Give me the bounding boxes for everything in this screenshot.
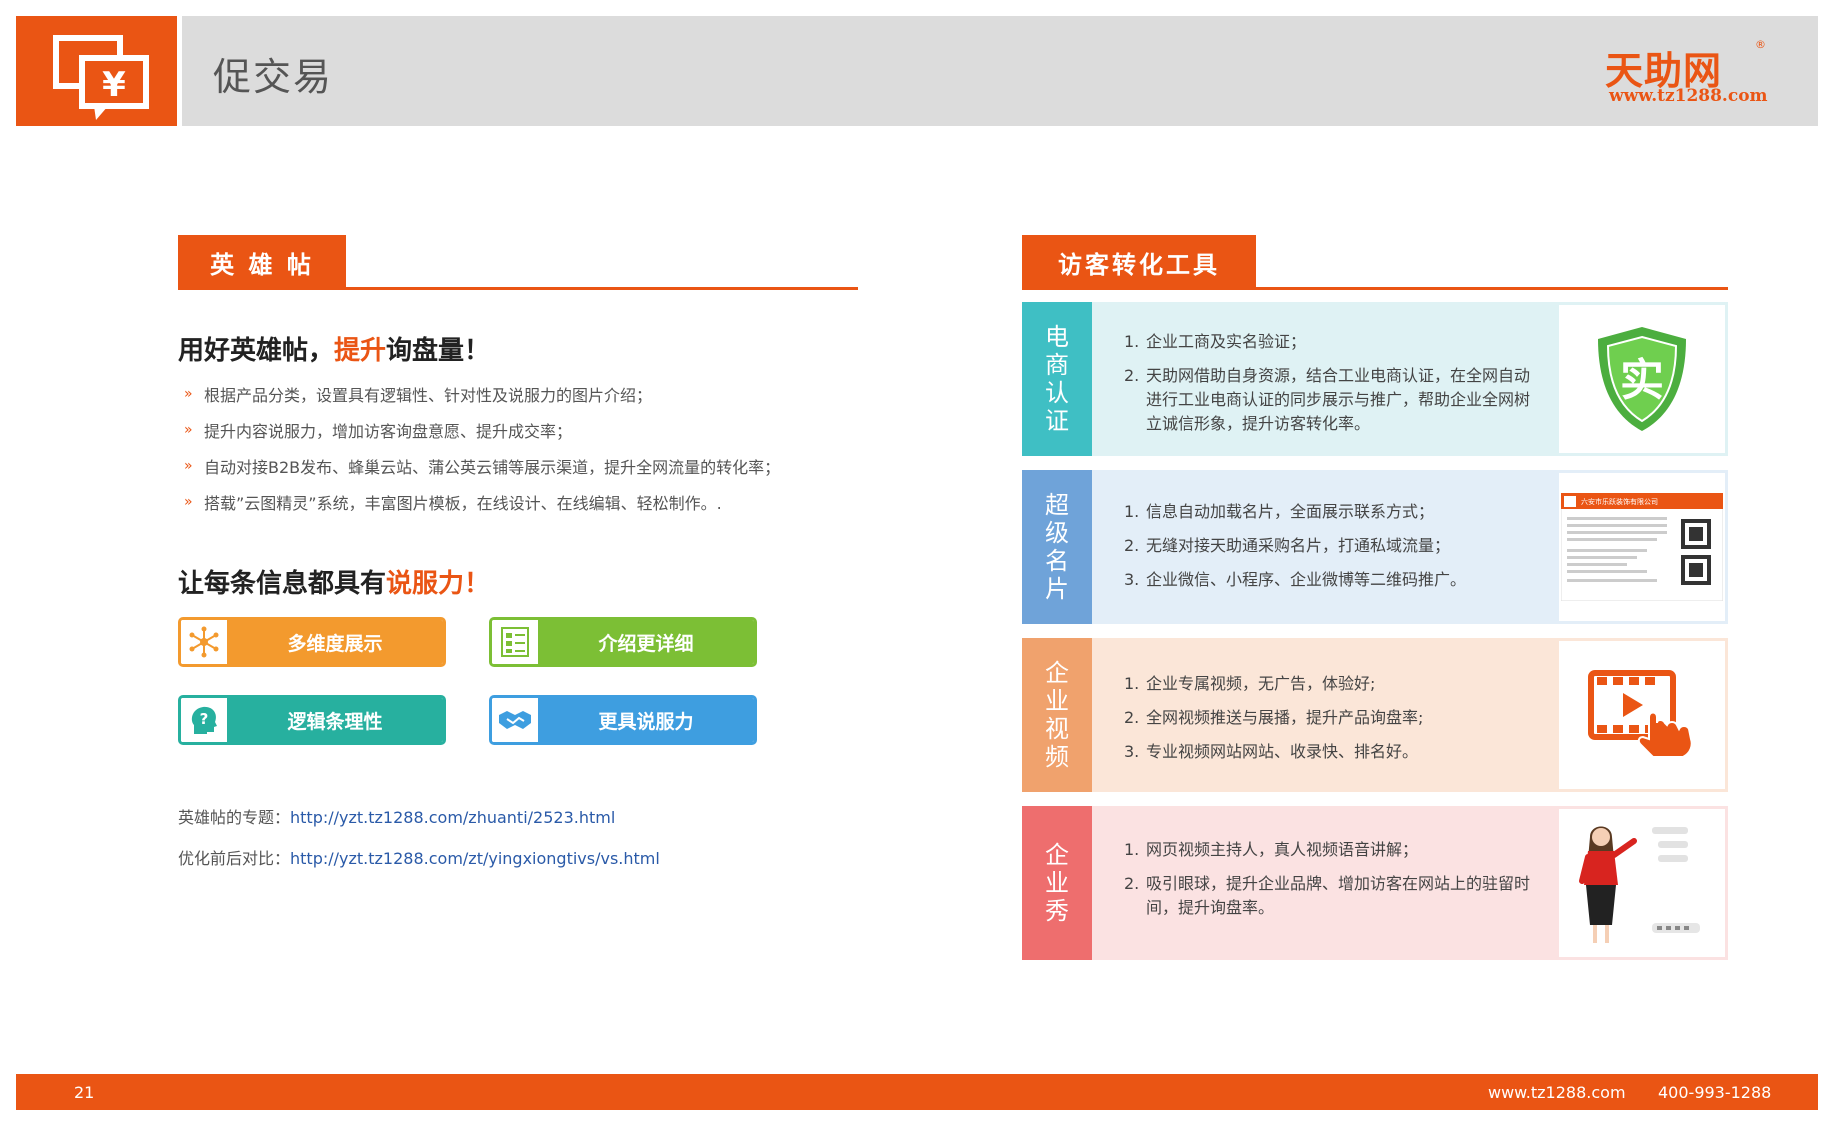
list-item: » 自动对接B2B发布、蜂巢云站、蒲公英云铺等展示渠道，提升全网流量的转化率； <box>184 458 781 477</box>
card-label: 电商认证 <box>1022 302 1092 456</box>
list-item: 1. 网页视频主持人，真人视频语音讲解； <box>1124 840 1419 859</box>
list-item: 2. 全网视频推送与展播，提升产品询盘率; <box>1124 708 1424 727</box>
business-card-thumbnail: 六安市乐跃装饰有限公司 <box>1556 470 1728 624</box>
shield-verified-icon: 实 <box>1556 302 1728 456</box>
network-icon <box>181 620 227 664</box>
logo-reg-mark: ® <box>1755 38 1766 51</box>
feature-multi-dimension: 多维度展示 <box>178 617 446 667</box>
compare-link-row: 优化前后对比：http://yzt.tz1288.com/zt/yingxion… <box>178 849 660 868</box>
topic-link-row: 英雄帖的专题：http://yzt.tz1288.com/zhuanti/252… <box>178 808 616 827</box>
svg-text:¥: ¥ <box>102 65 126 105</box>
svg-text:实: 实 <box>1620 355 1664 406</box>
section-tab-hero-post: 英 雄 帖 <box>178 235 346 289</box>
footer-bar: 21 www.tz1288.com 400-993-1288 <box>16 1074 1818 1110</box>
list-item: 1. 企业工商及实名验证； <box>1124 332 1307 351</box>
video-play-hand-icon <box>1556 638 1728 792</box>
handshake-icon <box>492 698 538 742</box>
card-label: 超级名片 <box>1022 470 1092 624</box>
compare-link[interactable]: http://yzt.tz1288.com/zt/yingxiongtivs/v… <box>290 849 660 868</box>
list-item: 2. 天助网借助自身资源，结合工业电商认证，在全网自动进行工业电商认证的同步展示与… <box>1124 366 1531 433</box>
footer-phone: 400-993-1288 <box>1658 1083 1772 1102</box>
list-item: » 提升内容说服力，增加访客询盘意愿、提升成交率； <box>184 422 573 441</box>
tianzhu-logo: 天助网 ® www.tz1288.com <box>1605 38 1775 112</box>
page-number: 21 <box>74 1083 95 1102</box>
hero-post-bullet-list: » 根据产品分类，设置具有逻辑性、针对性及说服力的图片介绍； » 提升内容说服力，增… <box>184 376 780 520</box>
list-item: » 根据产品分类，设置具有逻辑性、针对性及说服力的图片介绍； <box>184 386 653 405</box>
section-underline-right <box>1022 287 1728 290</box>
presenter-woman-illustration <box>1556 806 1728 960</box>
logo-url: www.tz1288.com <box>1609 86 1768 106</box>
heading-hero-post: 用好英雄帖，提升询盘量！ <box>178 336 491 366</box>
bullet-mark-icon: » <box>184 458 193 474</box>
list-item: 3. 企业微信、小程序、企业微博等二维码推广。 <box>1124 570 1467 589</box>
card-ecommerce-verification: 电商认证 1. 企业工商及实名验证； 2. 天助网借助自身资源，结合工业电商认证，在… <box>1022 302 1728 456</box>
feature-logical: ? 逻辑条理性 <box>178 695 446 745</box>
card-enterprise-video: 企业视频 1. 企业专属视频，无广告，体验好; 2. 全网视频推送与展播，提升产品询… <box>1022 638 1728 792</box>
list-item: 2. 吸引眼球，提升企业品牌、增加访客在网站上的驻留时间，提升询盘率。 <box>1124 874 1531 917</box>
section-tab-visitor-tools: 访客转化工具 <box>1022 235 1256 289</box>
bullet-mark-icon: » <box>184 494 193 510</box>
topic-link[interactable]: http://yzt.tz1288.com/zhuanti/2523.html <box>290 808 615 827</box>
header-icon-box: ¥ <box>16 16 177 126</box>
bullet-mark-icon: » <box>184 386 193 402</box>
page-title: 促交易 <box>213 55 334 99</box>
section-underline-left <box>178 287 858 290</box>
list-item: 1. 信息自动加载名片，全面展示联系方式； <box>1124 502 1435 521</box>
card-label: 企业秀 <box>1022 806 1092 960</box>
list-item: 1. 企业专属视频，无广告，体验好; <box>1124 674 1376 693</box>
svg-text:?: ? <box>200 710 209 728</box>
feature-detailed-intro: 介绍更详细 <box>489 617 757 667</box>
card-item-list: 1. 企业专属视频，无广告，体验好; 2. 全网视频推送与展播，提升产品询盘率; 3… <box>1124 672 1544 774</box>
card-item-list: 1. 信息自动加载名片，全面展示联系方式； 2. 无缝对接天助通采购名片，打通私域流… <box>1124 500 1544 602</box>
card-item-list: 1. 企业工商及实名验证； 2. 天助网借助自身资源，结合工业电商认证，在全网自动进… <box>1124 330 1544 446</box>
footer-website: www.tz1288.com <box>1488 1083 1626 1102</box>
feature-persuasive: 更具说服力 <box>489 695 757 745</box>
card-label: 企业视频 <box>1022 638 1092 792</box>
list-item: » 搭载”云图精灵”系统，丰富图片模板，在线设计、在线编辑、轻松制作。. <box>184 494 722 513</box>
list-item: 2. 无缝对接天助通采购名片，打通私域流量； <box>1124 536 1451 555</box>
list-item: 3. 专业视频网站网站、收录快、排名好。 <box>1124 742 1419 761</box>
head-question-icon: ? <box>181 698 227 742</box>
header-bar <box>182 16 1818 126</box>
heading-persuasive: 让每条信息都具有说服力！ <box>178 569 491 599</box>
document-list-icon <box>492 620 538 664</box>
card-enterprise-show: 企业秀 1. 网页视频主持人，真人视频语音讲解； 2. 吸引眼球，提升企业品牌、增加… <box>1022 806 1728 960</box>
card-item-list: 1. 网页视频主持人，真人视频语音讲解； 2. 吸引眼球，提升企业品牌、增加访客在网… <box>1124 838 1544 930</box>
card-super-business-card: 超级名片 1. 信息自动加载名片，全面展示联系方式； 2. 无缝对接天助通采购名片，… <box>1022 470 1728 624</box>
currency-chat-icon: ¥ <box>53 35 149 120</box>
svg-text:六安市乐跃装饰有限公司: 六安市乐跃装饰有限公司 <box>1581 497 1658 506</box>
bullet-mark-icon: » <box>184 422 193 438</box>
